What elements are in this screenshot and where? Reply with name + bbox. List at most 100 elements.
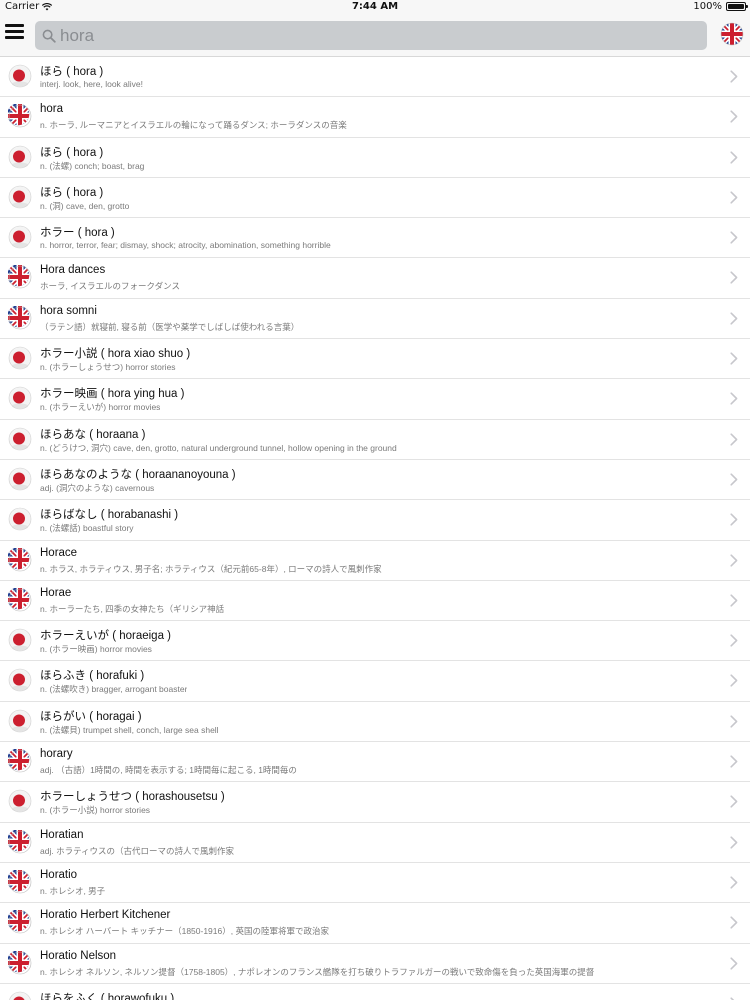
status-right: 100% [693, 1, 748, 12]
result-subtitle: n. (ホラー小説) horror stories [40, 805, 151, 816]
battery-icon [726, 2, 748, 11]
japanese-flag-icon [8, 346, 32, 370]
result-row[interactable]: Horace n. ホラス, ホラティウス, 男子名; ホラティウス（紀元前65… [0, 541, 750, 581]
uk-flag-icon [8, 870, 32, 894]
chevron-right-icon [730, 594, 738, 607]
result-title: ホラーしょうせつ ( horashousetsu ) [40, 791, 225, 804]
chevron-right-icon [730, 674, 738, 688]
navigation-bar [0, 14, 750, 57]
result-title: ほらをふく ( horawofuku ) [40, 992, 175, 1000]
result-row[interactable]: ホラーしょうせつ ( horashousetsu ) n. (ホラー小説) ho… [0, 782, 750, 823]
result-row[interactable]: ほらあなのような ( horaananoyouna ) adj. (洞穴のような… [0, 460, 750, 501]
result-row[interactable]: ホラー小説 ( hora xiao shuo ) n. (ホラーしょうせつ) h… [0, 339, 750, 380]
japanese-flag-icon [8, 628, 32, 652]
search-input[interactable] [60, 23, 660, 48]
result-row[interactable]: Hora dances ホーラ, イスラエルのフォークダンス [0, 258, 750, 299]
result-subtitle: n. horror, terror, fear; dismay, shock; … [40, 240, 331, 251]
result-subtitle: n. (ホラーしょうせつ) horror stories [40, 362, 176, 373]
result-title: Hora dances [40, 264, 106, 277]
result-row[interactable]: ホラーえいが ( horaeiga ) n. (ホラー映画) horror mo… [0, 621, 750, 662]
result-subtitle: n. ホレシオ, 男子 [40, 885, 106, 896]
japanese-flag-icon [8, 64, 32, 88]
chevron-right-icon [730, 473, 738, 486]
chevron-right-icon [730, 916, 738, 929]
result-title: ホラー ( hora ) [40, 227, 115, 240]
result-row[interactable]: ほらをふく ( horawofuku ) [0, 984, 750, 1000]
japanese-flag-icon [8, 790, 32, 813]
hamburger-menu-icon[interactable] [5, 22, 27, 42]
uk-flag-icon [8, 306, 32, 330]
search-bar[interactable] [35, 21, 707, 50]
chevron-right-icon [730, 271, 738, 285]
status-bar: Carrier 7:44 AM 100% [0, 0, 750, 14]
result-title: ほらあなのような ( horaananoyouna ) [40, 468, 236, 481]
result-row[interactable]: Horae n. ホーラーたち, 四季の女神たち（ギリシア神話 [0, 581, 750, 622]
result-subtitle: n. (法螺吹き) bragger, arrogant boaster [40, 684, 188, 695]
result-subtitle: ホーラ, イスラエルのフォークダンス [40, 281, 180, 292]
chevron-right-icon [730, 634, 738, 647]
result-row[interactable]: ほら ( hora ) n. (法螺) conch; boast, brag [0, 138, 750, 178]
result-title: ほらあな ( horaana ) [40, 428, 146, 441]
japanese-flag-icon [8, 709, 32, 733]
result-row[interactable]: Horatian adj. ホラティウスの（古代ローマの詩人で風刺作家 [0, 823, 750, 863]
result-title: ホラー映画 ( hora ying hua ) [40, 388, 185, 401]
result-title: ほら ( hora ) [40, 146, 104, 159]
chevron-right-icon [730, 312, 738, 325]
battery-fill [728, 4, 744, 9]
uk-flag-icon [8, 830, 32, 854]
result-row[interactable]: horary adj. （古語）1時間の, 時間を表示する; 1時間毎に起こる,… [0, 742, 750, 783]
result-title: ほらばなし ( horabanashi ) [40, 509, 179, 522]
chevron-right-icon [730, 956, 738, 970]
result-row[interactable]: ホラー映画 ( hora ying hua ) n. (ホラーえいが) horr… [0, 379, 750, 420]
result-subtitle: n. ホーラーたち, 四季の女神たち（ギリシア神話 [40, 603, 225, 614]
result-row[interactable]: hora n. ホーラ, ルーマニアとイスラエルの輪になって踊るダンス; ホーラ… [0, 97, 750, 138]
chevron-right-icon [730, 553, 738, 567]
chevron-right-icon [730, 795, 738, 808]
uk-flag-icon [8, 588, 32, 612]
result-title: hora somni [40, 304, 97, 317]
chevron-right-icon [730, 836, 738, 849]
uk-flag-icon [8, 548, 32, 572]
result-title: ほら ( hora ) [40, 186, 104, 199]
result-row[interactable]: ほらばなし ( horabanashi ) n. (法螺話) boastful … [0, 500, 750, 541]
clock: 7:44 AM [351, 1, 399, 12]
result-row[interactable]: Horatio n. ホレシオ, 男子 [0, 863, 750, 904]
japanese-flag-icon [9, 991, 31, 1000]
japanese-flag-icon [8, 185, 32, 209]
result-title: Horatio Herbert Kitchener [40, 909, 171, 922]
result-title: Horatio Nelson [40, 949, 117, 962]
result-row[interactable]: ほらあな ( horaana ) n. (どうけつ, 洞穴) cave, den… [0, 420, 750, 460]
result-row[interactable]: ほらがい ( horagai ) n. (法螺貝) trumpet shell,… [0, 702, 750, 743]
chevron-right-icon [730, 755, 738, 768]
result-row[interactable]: ほら ( hora ) interj. look, here, look ali… [0, 57, 750, 98]
result-row[interactable]: ホラー ( hora ) n. horror, terror, fear; di… [0, 218, 750, 259]
chevron-right-icon [730, 876, 738, 889]
result-title: ほら ( hora ) [40, 66, 104, 78]
result-row[interactable]: ほらふき ( horafuki ) n. (法螺吹き) bragger, arr… [0, 661, 750, 702]
japanese-flag-icon [8, 225, 32, 249]
uk-flag-icon [8, 910, 32, 934]
uk-flag-icon [8, 749, 32, 773]
result-row[interactable]: hora somni （ラテン語）就寝前, 寝る前（医学や薬学でしばしば使われる… [0, 299, 750, 340]
japanese-flag-icon [8, 669, 32, 692]
result-title: Horace [40, 546, 78, 559]
result-subtitle: n. ホーラ, ルーマニアとイスラエルの輪になって踊るダンス; ホーラダンスの音… [40, 120, 347, 131]
result-subtitle: interj. look, here, look alive! [40, 79, 143, 89]
chevron-right-icon [730, 150, 738, 164]
uk-flag-icon [8, 104, 32, 128]
result-row[interactable]: ほら ( hora ) n. (洞) cave, den, grotto [0, 178, 750, 219]
uk-flag-icon[interactable] [720, 22, 744, 46]
chevron-right-icon [730, 392, 738, 405]
result-title: Horatian [40, 828, 84, 841]
result-subtitle: adj. (洞穴のような) cavernous [40, 482, 155, 493]
result-subtitle: n. (法螺貝) trumpet shell, conch, large sea… [40, 724, 219, 735]
results-list: ほら ( hora ) interj. look, here, look ali… [0, 57, 750, 1000]
result-subtitle: adj. （古語）1時間の, 時間を表示する; 1時間毎に起こる, 1時間毎の [40, 765, 297, 776]
result-title: Horatio [40, 868, 78, 881]
result-row[interactable]: Horatio Nelson n. ホレシオ ネルソン, ネルソン提督（1758… [0, 944, 750, 984]
result-row[interactable]: Horatio Herbert Kitchener n. ホレシオ ハーバート … [0, 903, 750, 944]
result-subtitle: n. (ホラーえいが) horror movies [40, 402, 161, 413]
japanese-flag-icon [8, 507, 32, 531]
japanese-flag-icon [8, 387, 32, 410]
result-subtitle: n. (洞) cave, den, grotto [40, 200, 130, 211]
